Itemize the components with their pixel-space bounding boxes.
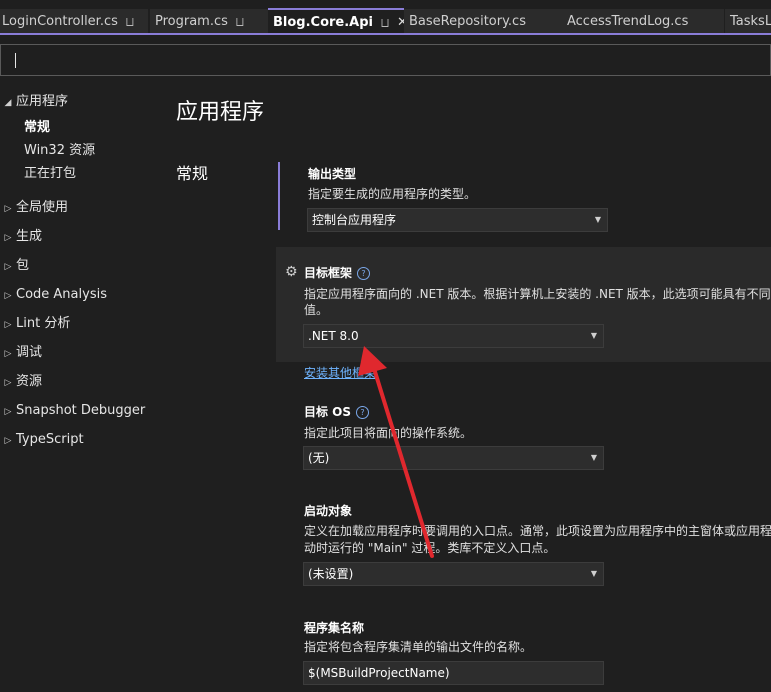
pin-icon[interactable]: ⨆ [381, 18, 389, 29]
expanded-triangle-icon[interactable]: ◢ [0, 93, 16, 113]
assembly-name-input[interactable]: $(MSBuildProjectName) [303, 661, 604, 685]
target-os-description: 指定此项目将面向的操作系统。 [304, 426, 473, 440]
chevron-down-icon: ▼ [594, 215, 601, 224]
help-icon[interactable]: ? [356, 406, 370, 419]
nav-item-code-analysis[interactable]: ▷ Code Analysis [0, 285, 107, 305]
startup-object-dropdown[interactable]: (未设置) ▼ [303, 562, 604, 586]
chevron-down-icon: ▼ [590, 569, 597, 578]
nav-label: 资源 [16, 374, 43, 389]
collapsed-triangle-icon[interactable]: ▷ [0, 373, 16, 393]
input-value: $(MSBuildProjectName) [308, 666, 450, 680]
target-framework-dropdown[interactable]: .NET 8.0 ▼ [303, 324, 604, 348]
target-framework-description-line2: 值。 [304, 303, 329, 317]
document-tab-bar: LoginController.cs ⨆ Program.cs ⨆ Blog.Cor… [0, 0, 771, 35]
collapsed-triangle-icon[interactable]: ▷ [0, 402, 16, 422]
pin-icon[interactable]: ⨆ [236, 17, 244, 28]
tab-tasks-log[interactable]: TasksLo [725, 9, 771, 34]
output-type-label: 输出类型 [308, 167, 357, 181]
dropdown-value: (未设置) [308, 567, 354, 581]
label-text: 目标 OS [304, 405, 352, 419]
nav-label: 调试 [16, 345, 43, 360]
tab-base-repository[interactable]: BaseRepository.cs [404, 9, 562, 34]
collapsed-triangle-icon[interactable]: ▷ [0, 228, 16, 248]
nav-item-debug[interactable]: ▷ 调试 [0, 343, 42, 363]
tab-accent-line [0, 33, 771, 35]
collapsed-triangle-icon[interactable]: ▷ [0, 199, 16, 219]
collapsed-triangle-icon[interactable]: ▷ [0, 431, 16, 451]
assembly-name-description: 指定将包含程序集清单的输出文件的名称。 [304, 640, 533, 654]
dropdown-value: (无) [308, 451, 330, 465]
collapsed-triangle-icon[interactable]: ▷ [0, 315, 16, 335]
label-text: 目标框架 [304, 266, 353, 280]
collapsed-triangle-icon[interactable]: ▷ [0, 257, 16, 277]
nav-item-snapshot-debugger[interactable]: ▷ Snapshot Debugger [0, 401, 146, 422]
pin-icon[interactable]: ⨆ [126, 17, 134, 28]
collapsed-triangle-icon[interactable]: ▷ [0, 286, 16, 306]
nav-item-lint[interactable]: ▷ Lint 分析 [0, 314, 71, 335]
settings-search-input[interactable] [0, 44, 771, 76]
page-title: 应用程序 [176, 100, 265, 125]
nav-label: 生成 [16, 229, 43, 244]
close-icon[interactable]: ✕ [397, 15, 404, 30]
tab-label: TasksLo [730, 14, 771, 29]
startup-object-label: 启动对象 [304, 504, 353, 518]
install-other-frameworks-link[interactable]: 安装其他框架 [304, 364, 376, 381]
chevron-down-icon: ▼ [590, 453, 597, 462]
nav-item-application[interactable]: ◢ 应用程序 [0, 92, 68, 112]
nav-item-build[interactable]: ▷ 生成 [0, 227, 42, 247]
target-os-label: 目标 OS? [304, 403, 370, 420]
tab-label: BaseRepository.cs [409, 14, 526, 29]
nav-item-global-usings[interactable]: ▷ 全局使用 [0, 198, 68, 218]
nav-item-resources[interactable]: ▷ 资源 [0, 372, 42, 392]
tab-login-controller[interactable]: LoginController.cs ⨆ [0, 9, 148, 34]
dropdown-value: 控制台应用程序 [312, 213, 397, 227]
nav-label: Code Analysis [16, 287, 107, 302]
nav-item-packaging[interactable]: 正在打包 [0, 164, 76, 184]
nav-item-general[interactable]: 常规 [0, 118, 50, 138]
target-os-dropdown[interactable]: (无) ▼ [303, 446, 604, 470]
tab-label: AccessTrendLog.cs [567, 14, 689, 29]
tab-label: LoginController.cs [2, 14, 118, 29]
section-title: 常规 [176, 164, 209, 183]
startup-object-description-line1: 定义在加载应用程序时要调用的入口点。通常，此项设置为应用程序中的主窗体或应用程 [304, 524, 771, 538]
nav-label: Snapshot Debugger [16, 403, 146, 418]
nav-item-package[interactable]: ▷ 包 [0, 256, 29, 276]
gear-icon[interactable]: ⚙ [285, 264, 298, 280]
assembly-name-label: 程序集名称 [304, 621, 365, 635]
startup-object-description-line2: 动时运行的 "Main" 过程。类库不定义入口点。 [304, 541, 556, 555]
nav-label: 包 [16, 258, 30, 273]
target-framework-label: 目标框架? [304, 264, 371, 281]
nav-item-typescript[interactable]: ▷ TypeScript [0, 430, 84, 450]
output-type-dropdown[interactable]: 控制台应用程序 ▼ [307, 208, 608, 232]
tab-blog-core-api[interactable]: Blog.Core.Api ⨆ ✕ [268, 8, 404, 35]
nav-label: TypeScript [16, 432, 84, 447]
output-type-description: 指定要生成的应用程序的类型。 [308, 187, 477, 201]
text-caret [15, 53, 16, 68]
collapsed-triangle-icon[interactable]: ▷ [0, 344, 16, 364]
nav-label: 应用程序 [16, 94, 69, 109]
tab-program[interactable]: Program.cs ⨆ [150, 9, 270, 34]
nav-item-win32-resources[interactable]: Win32 资源 [0, 141, 95, 161]
target-framework-description-line1: 指定应用程序面向的 .NET 版本。根据计算机上安装的 .NET 版本，此选项可… [304, 287, 771, 301]
nav-label: Lint 分析 [16, 316, 71, 331]
tab-label: Program.cs [155, 14, 228, 29]
chevron-down-icon: ▼ [590, 331, 597, 340]
tab-access-trend-log[interactable]: AccessTrendLog.cs [562, 9, 724, 34]
tab-label: Blog.Core.Api [273, 15, 374, 30]
nav-label: 全局使用 [16, 200, 69, 215]
section-indicator-bar [278, 162, 280, 230]
dropdown-value: .NET 8.0 [308, 329, 359, 343]
help-icon[interactable]: ? [357, 267, 371, 280]
